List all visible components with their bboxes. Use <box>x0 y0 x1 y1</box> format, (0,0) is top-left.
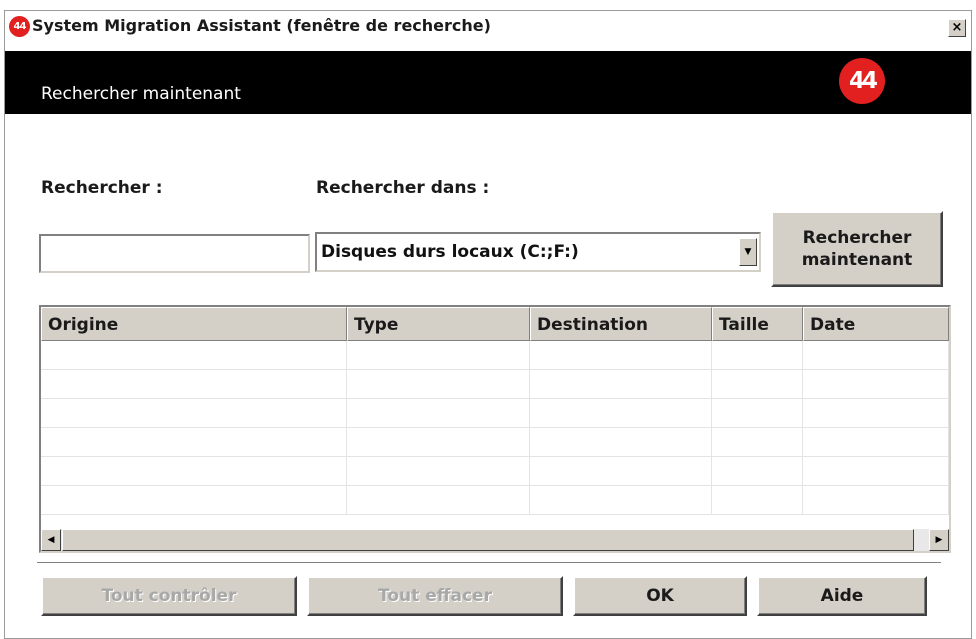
brand-logo-icon: 44 <box>839 58 885 104</box>
search-location-value: Disques durs locaux (C:;F:) <box>321 242 579 262</box>
table-cell <box>347 341 530 369</box>
scroll-right-button[interactable]: ▶ <box>929 529 949 551</box>
search-label: Rechercher : <box>41 178 163 198</box>
table-cell <box>530 486 712 514</box>
column-header-destination[interactable]: Destination <box>530 307 712 341</box>
table-cell <box>712 457 803 485</box>
table-cell <box>803 428 949 456</box>
table-cell <box>41 370 347 398</box>
table-cell <box>41 399 347 427</box>
horizontal-scrollbar[interactable]: ◀ ▶ <box>41 529 949 551</box>
window-title: System Migration Assistant (fenêtre de r… <box>32 16 491 35</box>
table-cell <box>41 457 347 485</box>
table-cell <box>803 370 949 398</box>
results-table[interactable]: Origine Type Destination Taille Date ◀ ▶ <box>39 305 951 553</box>
table-cell <box>41 428 347 456</box>
table-cell <box>712 341 803 369</box>
table-cell <box>41 486 347 514</box>
search-in-label: Rechercher dans : <box>316 178 490 198</box>
search-now-line1: Rechercher <box>802 228 912 248</box>
table-cell <box>347 457 530 485</box>
table-cell <box>530 428 712 456</box>
clear-all-button[interactable]: Tout effacer <box>307 576 563 616</box>
table-cell <box>41 341 347 369</box>
search-input[interactable] <box>39 234 310 273</box>
table-cell <box>712 486 803 514</box>
search-location-select[interactable]: Disques durs locaux (C:;F:) ▼ <box>315 232 761 272</box>
table-row[interactable] <box>41 428 949 457</box>
table-cell <box>347 370 530 398</box>
table-row[interactable] <box>41 486 949 515</box>
table-cell <box>803 341 949 369</box>
title-bar[interactable]: 44 System Migration Assistant (fenêtre d… <box>5 11 971 41</box>
table-row[interactable] <box>41 457 949 486</box>
app-logo-icon: 44 <box>9 16 30 37</box>
table-cell <box>803 457 949 485</box>
arrow-left-icon: ◀ <box>47 535 55 545</box>
column-header-date[interactable]: Date <box>803 307 949 341</box>
table-cell <box>347 399 530 427</box>
column-header-origine[interactable]: Origine <box>41 307 347 341</box>
dropdown-button[interactable]: ▼ <box>739 238 757 266</box>
table-row[interactable] <box>41 399 949 428</box>
table-header: Origine Type Destination Taille Date <box>41 307 949 341</box>
chevron-down-icon: ▼ <box>744 247 752 257</box>
column-header-taille[interactable]: Taille <box>712 307 803 341</box>
table-cell <box>803 399 949 427</box>
header-banner: Rechercher maintenant 44 <box>5 51 971 114</box>
scroll-thumb[interactable] <box>62 529 914 551</box>
table-row[interactable] <box>41 370 949 399</box>
close-button[interactable]: × <box>948 19 966 37</box>
table-cell <box>712 399 803 427</box>
table-cell <box>803 486 949 514</box>
check-all-button[interactable]: Tout contrôler <box>41 576 297 616</box>
search-now-line2: maintenant <box>801 250 913 270</box>
scroll-left-button[interactable]: ◀ <box>41 529 61 551</box>
table-cell <box>347 428 530 456</box>
table-cell <box>530 399 712 427</box>
column-header-type[interactable]: Type <box>347 307 530 341</box>
ok-button[interactable]: OK <box>573 576 747 616</box>
arrow-right-icon: ▶ <box>935 535 943 545</box>
table-cell <box>530 341 712 369</box>
help-button[interactable]: Aide <box>757 576 927 616</box>
page-title: Rechercher maintenant <box>41 84 241 104</box>
search-now-button[interactable]: Rechercher maintenant <box>771 211 943 287</box>
footer-divider <box>37 562 941 564</box>
table-cell <box>530 457 712 485</box>
table-row[interactable] <box>41 341 949 370</box>
close-icon: × <box>951 20 963 35</box>
table-cell <box>712 370 803 398</box>
search-window: 44 System Migration Assistant (fenêtre d… <box>4 10 972 639</box>
table-cell <box>347 486 530 514</box>
table-cell <box>712 428 803 456</box>
table-cell <box>530 370 712 398</box>
